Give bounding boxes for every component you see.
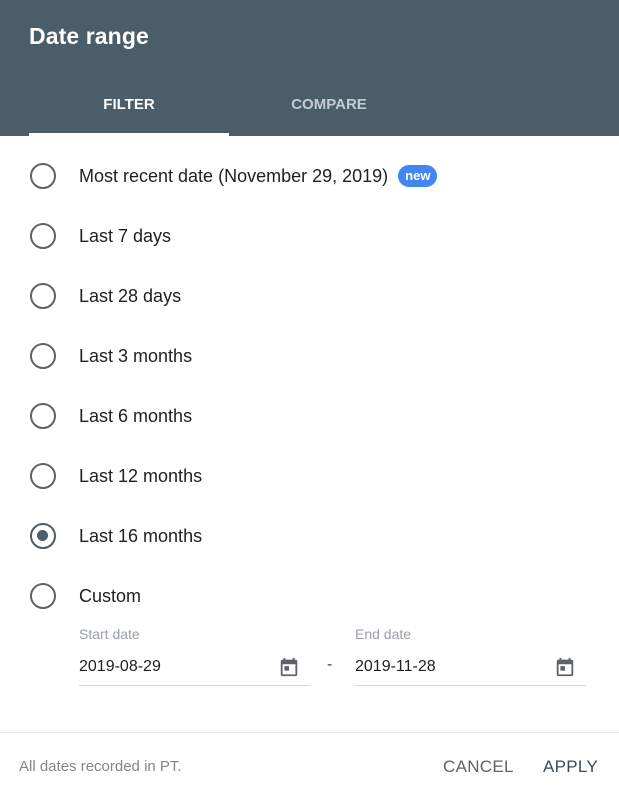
tab-filter[interactable]: FILTER: [29, 87, 229, 136]
option-last-16-months[interactable]: Last 16 months: [30, 521, 590, 551]
dialog-header: Date range FILTER COMPARE: [0, 0, 619, 136]
option-label: Last 7 days: [79, 225, 172, 246]
timezone-note: All dates recorded in PT.: [19, 758, 182, 775]
end-date-underline: [355, 685, 586, 686]
option-label: Custom: [79, 585, 142, 606]
option-last-3-months[interactable]: Last 3 months: [30, 341, 590, 371]
radio-button-selected[interactable]: [30, 523, 56, 549]
option-label: Last 16 months: [79, 525, 203, 546]
dialog-title: Date range: [29, 23, 149, 49]
tab-filter-label: FILTER: [103, 96, 155, 113]
option-label: Most recent date (November 29, 2019): [79, 165, 389, 186]
option-last-12-months[interactable]: Last 12 months: [30, 461, 590, 491]
cancel-button[interactable]: CANCEL: [443, 757, 514, 777]
end-date-field[interactable]: End date 2019-11-28: [355, 626, 586, 686]
option-custom[interactable]: Custom: [30, 581, 590, 611]
option-label: Last 3 months: [79, 345, 193, 366]
start-date-input[interactable]: 2019-08-29: [79, 658, 269, 676]
calendar-icon[interactable]: [554, 656, 576, 678]
end-date-input[interactable]: 2019-11-28: [355, 658, 545, 676]
apply-button[interactable]: APPLY: [543, 757, 598, 777]
radio-button[interactable]: [30, 343, 56, 369]
start-date-label: Start date: [79, 626, 140, 642]
new-badge: new: [398, 165, 438, 187]
start-date-underline: [79, 685, 310, 686]
option-most-recent-date[interactable]: Most recent date (November 29, 2019) new: [30, 161, 590, 191]
radio-button[interactable]: [30, 163, 56, 189]
tab-compare[interactable]: COMPARE: [229, 87, 429, 136]
start-date-field[interactable]: Start date 2019-08-29: [79, 626, 310, 686]
calendar-icon[interactable]: [278, 656, 300, 678]
footer-divider: [0, 732, 619, 733]
option-label: Last 28 days: [79, 285, 182, 306]
tab-compare-label: COMPARE: [291, 96, 367, 113]
option-last-28-days[interactable]: Last 28 days: [30, 281, 590, 311]
option-last-7-days[interactable]: Last 7 days: [30, 221, 590, 251]
option-label: Last 6 months: [79, 405, 193, 426]
end-date-label: End date: [355, 626, 412, 642]
date-separator: -: [327, 656, 333, 673]
radio-button[interactable]: [30, 583, 56, 609]
active-tab-indicator: [29, 133, 229, 136]
option-label: Last 12 months: [79, 465, 203, 486]
radio-button[interactable]: [30, 403, 56, 429]
radio-button[interactable]: [30, 463, 56, 489]
radio-button[interactable]: [30, 283, 56, 309]
option-last-6-months[interactable]: Last 6 months: [30, 401, 590, 431]
radio-button[interactable]: [30, 223, 56, 249]
